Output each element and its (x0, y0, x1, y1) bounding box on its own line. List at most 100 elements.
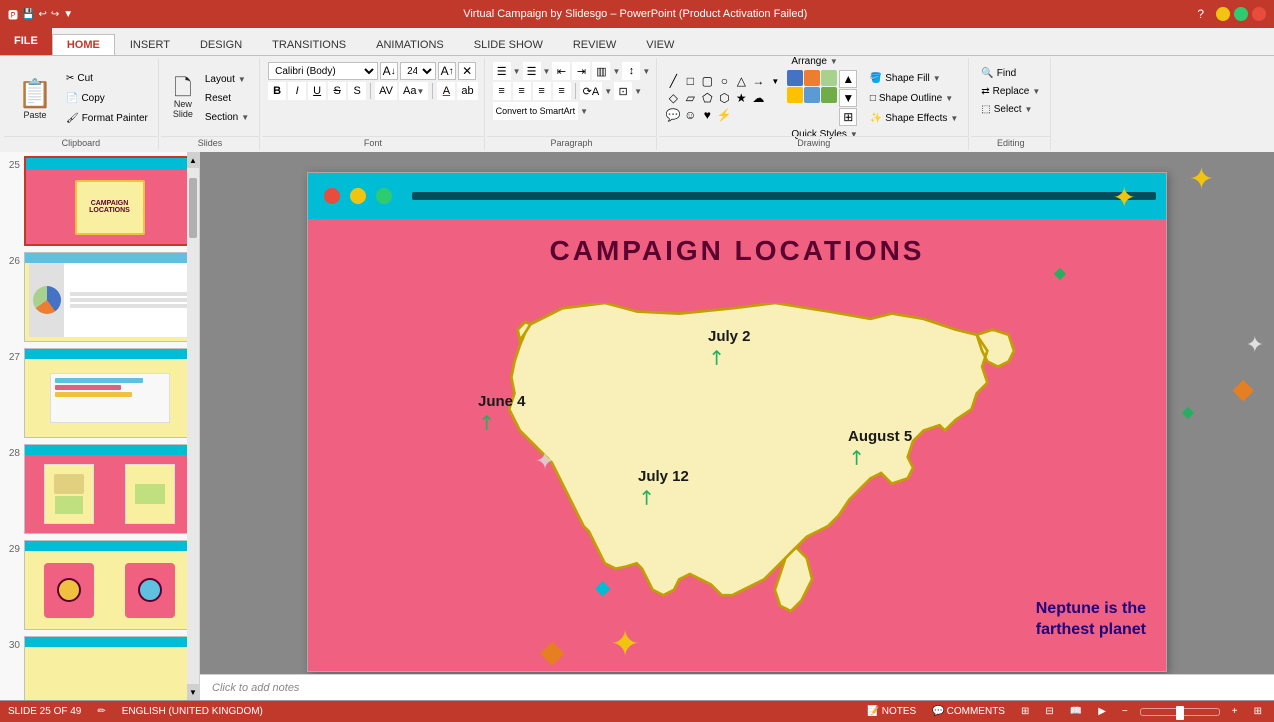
tab-view[interactable]: VIEW (631, 34, 689, 55)
shape-more[interactable]: ▼ (767, 73, 783, 89)
shape-rect[interactable]: □ (682, 73, 698, 89)
help-icon[interactable]: ? (1197, 7, 1204, 21)
qs-blue[interactable] (787, 70, 803, 86)
font-name-select[interactable]: Calibri (Body) (268, 62, 378, 80)
shape-fill-button[interactable]: 🪣 Shape Fill ▼ (866, 69, 962, 87)
shape-lightning[interactable]: ⚡ (716, 107, 732, 123)
slides-scroll-up[interactable]: ▲ (187, 152, 199, 168)
shape-smiley[interactable]: ☺ (682, 107, 698, 123)
qs-scroll-down[interactable]: ▼ (839, 89, 857, 107)
shape-line[interactable]: ╱ (665, 73, 681, 89)
change-case-button[interactable]: Aa▼ (399, 82, 428, 100)
shape-effects-button[interactable]: ✨ Shape Effects ▼ (866, 109, 962, 127)
text-direction-button[interactable]: ⟳A (580, 82, 603, 100)
customize-quick-access[interactable]: ▼ (63, 9, 73, 20)
quick-access-save[interactable]: 💾 (22, 9, 34, 20)
select-button[interactable]: ⬚ Select ▼ (977, 100, 1036, 118)
shape-star[interactable]: ★ (733, 90, 749, 106)
notes-button[interactable]: 📝 NOTES (863, 705, 920, 718)
replace-button[interactable]: ⇄ Replace ▼ (977, 82, 1044, 100)
slide-canvas[interactable]: CAMPAIGN LOCATIONS June 4 ↗ July 2 ↗ (307, 172, 1167, 672)
tab-review[interactable]: REVIEW (558, 34, 631, 55)
increase-indent-button[interactable]: ⇥ (572, 62, 590, 80)
shadow-button[interactable]: S (348, 82, 366, 100)
slide-item-26[interactable]: 26 (4, 252, 195, 342)
maximize-button[interactable] (1234, 7, 1248, 21)
text-direction-dropdown[interactable]: ▼ (604, 87, 612, 96)
tab-slideshow[interactable]: SLIDE SHOW (459, 34, 558, 55)
arrange-button[interactable]: Arrange ▼ (787, 56, 862, 68)
slideshow-button[interactable]: ▶ (1094, 705, 1110, 718)
tab-home[interactable]: HOME (52, 34, 115, 55)
qs-expand[interactable]: ⊞ (839, 108, 857, 126)
increase-font-button[interactable]: A↑ (438, 62, 456, 80)
qs-darkgreen[interactable] (821, 87, 837, 103)
tab-insert[interactable]: INSERT (115, 34, 185, 55)
find-button[interactable]: 🔍 Find (977, 64, 1020, 82)
justify-button[interactable]: ≡ (553, 82, 571, 100)
shape-rounded-rect[interactable]: ▢ (699, 73, 715, 89)
slide-thumb-26[interactable] (24, 252, 195, 342)
new-slide-button[interactable]: 🗋 New Slide (167, 70, 199, 126)
shape-hex[interactable]: ⬡ (716, 90, 732, 106)
bold-button[interactable]: B (268, 82, 286, 100)
close-button[interactable] (1252, 7, 1266, 21)
quick-access-undo[interactable]: ↩ (38, 9, 46, 20)
align-center-button[interactable]: ≡ (513, 82, 531, 100)
slide-thumb-30[interactable] (24, 636, 195, 700)
clear-format-button[interactable]: ✕ (458, 62, 476, 80)
reset-button[interactable]: Reset (201, 89, 253, 107)
qs-yellow[interactable] (787, 87, 803, 103)
layout-button[interactable]: Layout ▼ (201, 70, 253, 88)
fit-slide-button[interactable]: ⊞ (1250, 705, 1266, 718)
copy-button[interactable]: 📄 Copy (62, 89, 152, 107)
slide-thumb-25[interactable]: CAMPAIGNLOCATIONS (24, 156, 195, 246)
paste-button[interactable]: 📋 Paste (10, 75, 60, 122)
slide-item-30[interactable]: 30 (4, 636, 195, 700)
numbering-button[interactable]: ☰ (523, 62, 541, 80)
smartart-dropdown[interactable]: ▼ (580, 107, 588, 116)
shape-callout[interactable]: 💬 (665, 107, 681, 123)
bullets-button[interactable]: ☰ (493, 62, 511, 80)
slide-thumb-29[interactable] (24, 540, 195, 630)
shape-oval[interactable]: ○ (716, 73, 732, 89)
tab-transitions[interactable]: TRANSITIONS (257, 34, 361, 55)
tab-file[interactable]: FILE (0, 27, 52, 55)
zoom-out-button[interactable]: − (1118, 705, 1132, 718)
font-color-button[interactable]: A (437, 82, 455, 100)
slides-scroll-thumb[interactable] (189, 178, 197, 238)
shape-pentagon[interactable]: ⬠ (699, 90, 715, 106)
columns-dropdown[interactable]: ▼ (612, 67, 620, 76)
tab-design[interactable]: DESIGN (185, 34, 257, 55)
align-text-button[interactable]: ⊡ (614, 82, 632, 100)
minimize-button[interactable] (1216, 7, 1230, 21)
italic-button[interactable]: I (288, 82, 306, 100)
slide-item-29[interactable]: 29 (4, 540, 195, 630)
qs-orange[interactable] (804, 70, 820, 86)
cut-button[interactable]: ✂ Cut (62, 69, 152, 87)
line-spacing-button[interactable]: ↕ (622, 62, 640, 80)
decrease-font-button[interactable]: A↓ (380, 62, 398, 80)
section-button[interactable]: Section ▼ (201, 108, 253, 126)
underline-button[interactable]: U (308, 82, 326, 100)
bullets-dropdown[interactable]: ▼ (513, 67, 521, 76)
quick-access-redo[interactable]: ↪ (51, 9, 59, 20)
qs-lightblue[interactable] (804, 87, 820, 103)
align-left-button[interactable]: ≡ (493, 82, 511, 100)
format-painter-button[interactable]: 🖌 Format Painter (62, 109, 152, 127)
char-spacing-button[interactable]: AV (375, 82, 397, 100)
slide-item-25[interactable]: 25 CAMPAIGNLOCATIONS (4, 156, 195, 246)
tab-animations[interactable]: ANIMATIONS (361, 34, 459, 55)
shape-arrow[interactable]: → (750, 73, 766, 89)
columns-button[interactable]: ▥ (592, 62, 610, 80)
align-text-dropdown[interactable]: ▼ (634, 87, 642, 96)
normal-view-button[interactable]: ⊞ (1017, 705, 1033, 718)
shape-diamond[interactable]: ◇ (665, 90, 681, 106)
slide-item-27[interactable]: 27 (4, 348, 195, 438)
comments-button[interactable]: 💬 COMMENTS (928, 705, 1009, 718)
qs-scroll-up[interactable]: ▲ (839, 70, 857, 88)
shape-cloud[interactable]: ☁ (750, 90, 766, 106)
strikethrough-button[interactable]: S (328, 82, 346, 100)
shape-triangle[interactable]: △ (733, 73, 749, 89)
shape-outline-button[interactable]: □ Shape Outline ▼ (866, 89, 962, 107)
